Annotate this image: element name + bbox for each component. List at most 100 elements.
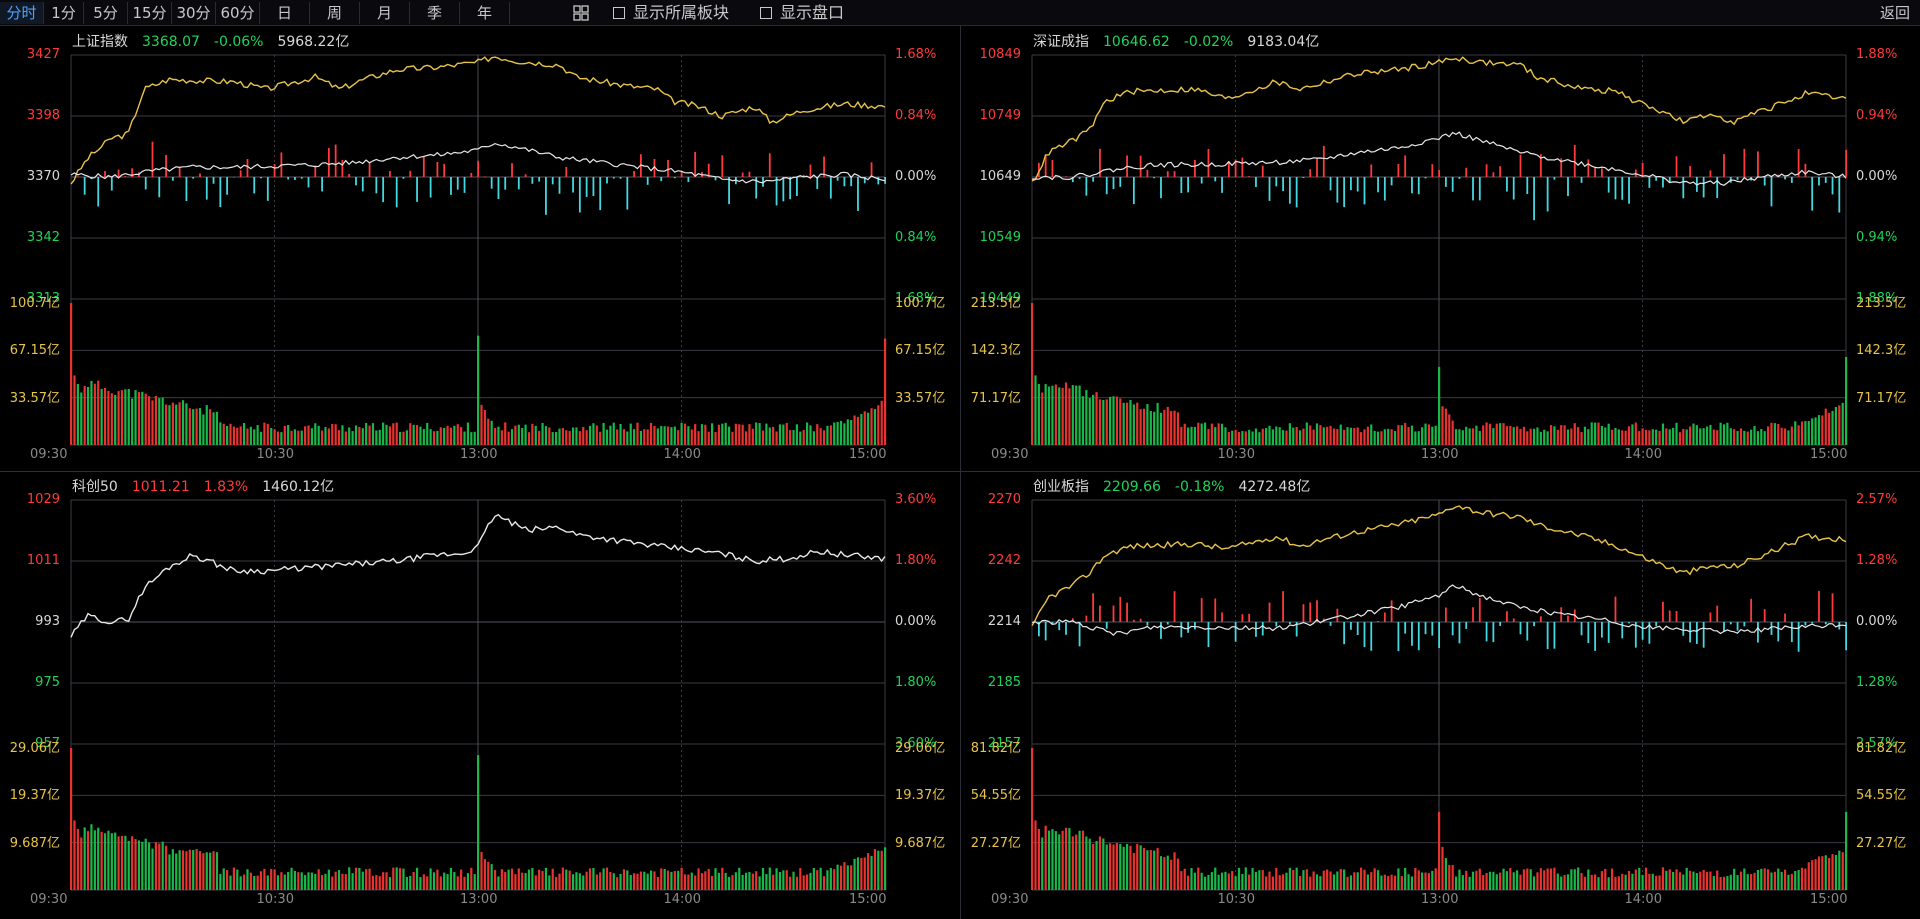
flow-bar xyxy=(1675,156,1678,177)
volume-bar xyxy=(1695,873,1698,890)
volume-bar xyxy=(1227,432,1230,445)
period-tab-5[interactable]: 60分 xyxy=(216,2,260,24)
pct-tick-label: 0.00% xyxy=(1856,614,1898,629)
volume-bar xyxy=(344,874,347,890)
volume-bar xyxy=(789,876,792,890)
show-orderbook-checkbox[interactable]: 显示盘口 xyxy=(760,2,844,24)
volume-bar xyxy=(117,391,120,445)
volume-bar xyxy=(1349,875,1353,890)
volume-bar xyxy=(219,422,222,445)
volume-bar xyxy=(639,430,642,445)
flow-bar xyxy=(1112,177,1115,189)
period-tab-4[interactable]: 30分 xyxy=(172,2,216,24)
intraday-chart[interactable] xyxy=(961,472,1919,916)
volume-bar xyxy=(426,422,429,445)
volume-bar xyxy=(636,873,639,890)
volume-bar xyxy=(734,423,737,445)
volume-bar xyxy=(1210,423,1213,445)
intraday-chart[interactable] xyxy=(0,472,958,916)
period-tab-1[interactable]: 1分 xyxy=(44,2,84,24)
flow-bar xyxy=(1288,622,1291,624)
volume-bar xyxy=(1373,430,1376,445)
volume-bar xyxy=(626,870,629,890)
volume-bar xyxy=(721,867,724,890)
volume-bar xyxy=(178,402,181,445)
index-panel-2[interactable]: 科创50 1011.21 1.83% 1460.12亿 1029 1011 993 975 95… xyxy=(0,472,958,916)
volume-bar xyxy=(195,849,198,890)
volume-bar xyxy=(1783,428,1787,445)
flow-bar xyxy=(1241,157,1244,177)
volume-bar xyxy=(1770,422,1773,445)
flow-bar xyxy=(1404,622,1407,634)
volume-bar xyxy=(398,868,402,890)
index-panel-1[interactable]: 深证成指 10646.62 -0.02% 9183.04亿 10849 10749 1064… xyxy=(961,27,1919,471)
flow-bar xyxy=(144,177,147,190)
volume-bar xyxy=(1081,830,1085,890)
volume-bar xyxy=(1590,422,1593,445)
time-axis-label: 09:30 xyxy=(30,447,68,462)
volume-bar xyxy=(432,872,436,890)
time-axis-label: 13:00 xyxy=(1421,892,1459,907)
volume-bar xyxy=(1685,867,1688,890)
volume-bar xyxy=(1217,874,1220,890)
volume-bar xyxy=(649,870,653,890)
period-tab-3[interactable]: 15分 xyxy=(128,2,172,24)
volume-bar xyxy=(1607,423,1610,445)
index-panel-0[interactable]: 上证指数 3368.07 -0.06% 5968.22亿 3427 3398 3370 334… xyxy=(0,27,958,471)
volume-bar xyxy=(707,868,710,890)
volume-bar xyxy=(673,871,676,890)
volume-bar xyxy=(1587,429,1590,445)
grid-layout-icon[interactable] xyxy=(573,5,589,21)
flow-bar xyxy=(1723,622,1725,632)
flow-bar xyxy=(1160,177,1162,199)
volume-bar xyxy=(487,861,490,890)
volume-bar xyxy=(1509,868,1512,890)
volume-bar xyxy=(1200,423,1203,445)
volume-bar xyxy=(1220,872,1224,890)
period-tab-7[interactable]: 周 xyxy=(310,2,360,24)
volume-bar xyxy=(1105,844,1108,890)
pct-tick-label: 1.68% xyxy=(895,47,937,62)
volume-bar xyxy=(1214,867,1217,890)
volume-bar xyxy=(341,873,344,890)
volume-bar xyxy=(1275,867,1278,890)
period-tab-0[interactable]: 分时 xyxy=(0,2,44,24)
volume-bar xyxy=(1461,875,1464,890)
period-tab-9[interactable]: 季 xyxy=(410,2,460,24)
intraday-chart[interactable] xyxy=(0,27,958,471)
volume-tick-label: 100.7亿 xyxy=(9,296,60,311)
volume-bar xyxy=(436,430,439,445)
back-button[interactable]: 返回 xyxy=(1880,2,1910,24)
volume-bar xyxy=(1359,432,1363,445)
period-tab-8[interactable]: 月 xyxy=(360,2,410,24)
volume-bar xyxy=(656,877,659,890)
volume-bar xyxy=(599,872,602,890)
volume-bar xyxy=(185,851,188,890)
index-panel-3[interactable]: 创业板指 2209.66 -0.18% 4272.48亿 2270 2242 2214 218… xyxy=(961,472,1919,916)
volume-bar xyxy=(1180,426,1183,445)
volume-bar xyxy=(1031,748,1034,890)
volume-bar xyxy=(1312,429,1315,445)
volume-bar xyxy=(1702,428,1705,445)
volume-bar xyxy=(1716,870,1719,890)
volume-bar xyxy=(819,867,822,890)
period-tab-10[interactable]: 年 xyxy=(460,2,510,24)
volume-tick-label: 142.3亿 xyxy=(970,343,1021,359)
flow-bar xyxy=(775,177,778,206)
volume-bar xyxy=(256,875,259,890)
volume-bar xyxy=(320,430,324,445)
volume-bar xyxy=(636,422,639,445)
volume-bar xyxy=(348,427,351,445)
volume-bar xyxy=(348,867,351,890)
intraday-chart[interactable] xyxy=(961,27,1919,471)
volume-bar xyxy=(1288,867,1291,890)
volume-bar xyxy=(1519,428,1522,445)
period-tab-2[interactable]: 5分 xyxy=(84,2,128,24)
volume-bar xyxy=(789,430,792,445)
period-tab-6[interactable]: 日 xyxy=(260,2,310,24)
show-sector-checkbox[interactable]: 显示所属板块 xyxy=(613,2,729,24)
flow-bar xyxy=(1689,166,1691,177)
volume-bar xyxy=(605,429,609,445)
volume-bar xyxy=(1153,411,1156,445)
volume-bar xyxy=(1831,854,1834,890)
